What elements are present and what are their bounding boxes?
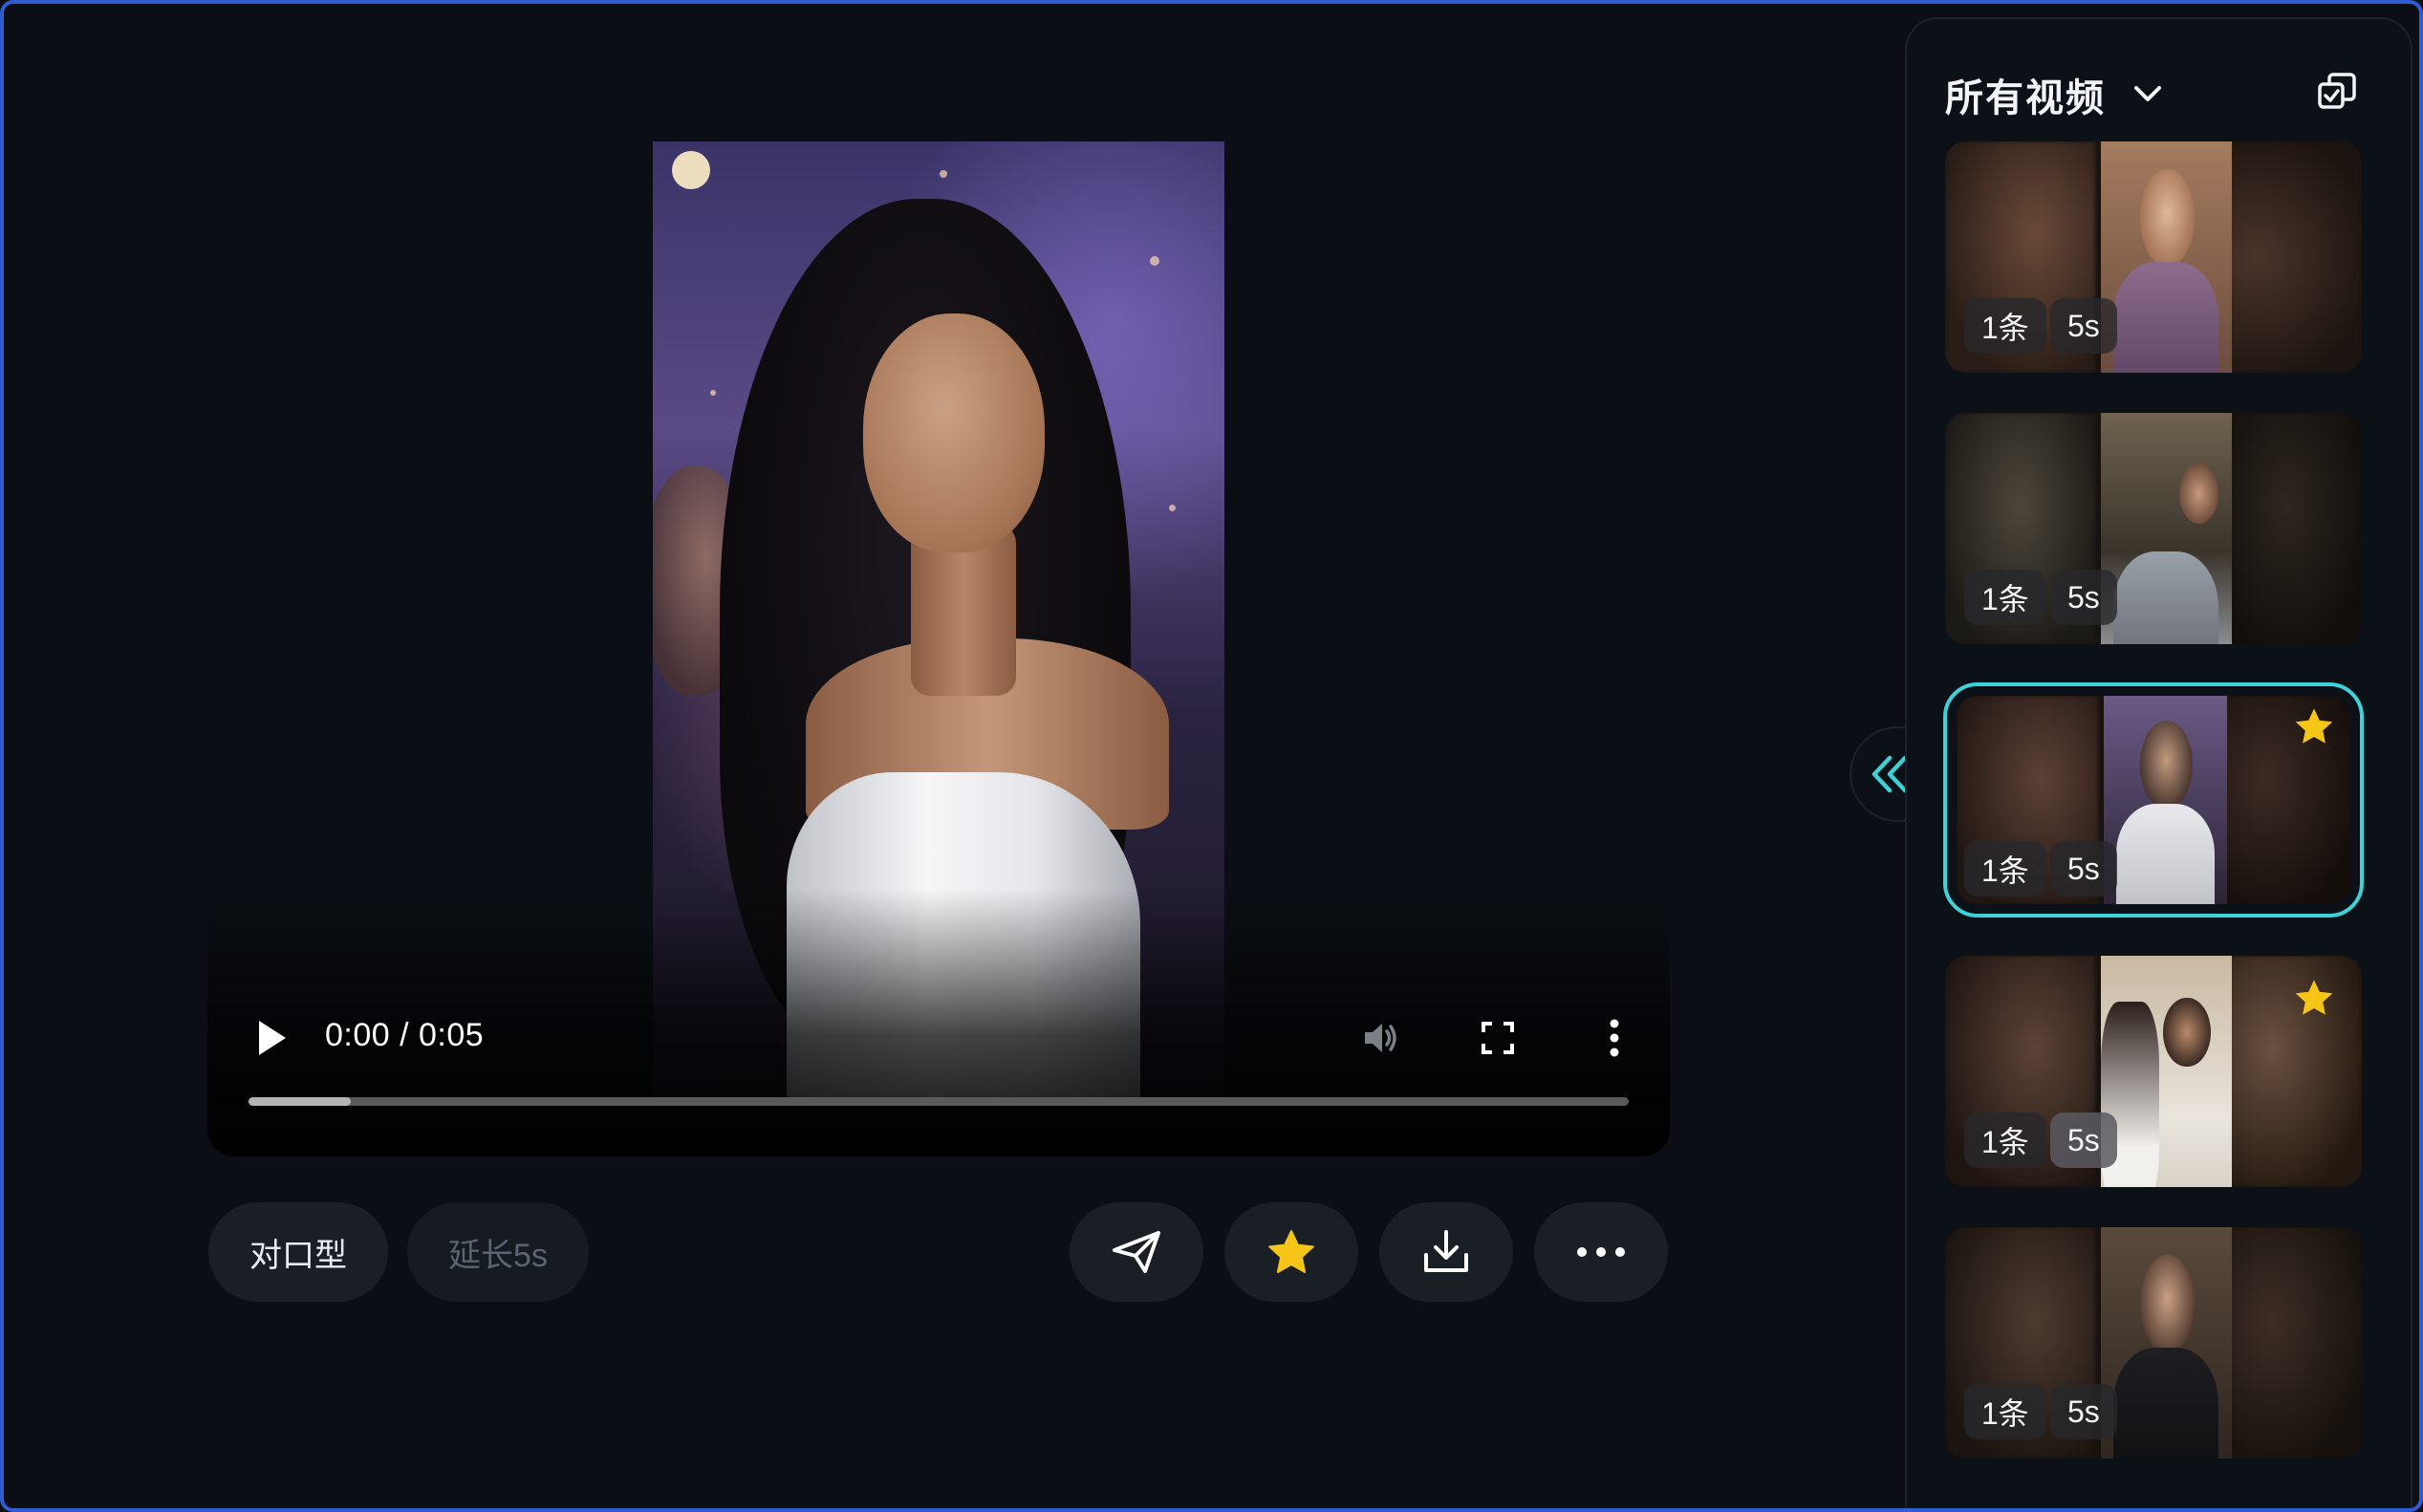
duration-badge: 5s: [2050, 298, 2117, 354]
more-actions-button[interactable]: [1534, 1202, 1668, 1302]
send-icon: [1113, 1231, 1160, 1273]
subject-face: [863, 313, 1045, 552]
filter-dropdown[interactable]: [2129, 75, 2167, 113]
more-options-button[interactable]: [1588, 1011, 1641, 1065]
duration-badge: 5s: [2050, 841, 2117, 896]
download-icon: [1424, 1230, 1468, 1272]
app-window: 0:00 / 0:05 对口型 延长5s 所有视频 1条 5s 1条 5s 1条…: [0, 0, 2423, 1512]
play-icon: [259, 1021, 286, 1055]
fullscreen-button[interactable]: [1471, 1011, 1525, 1065]
count-badge: 1条: [1964, 1384, 2046, 1439]
share-button[interactable]: [1070, 1202, 1203, 1302]
copy-icon: [2318, 73, 2356, 109]
count-badge: 1条: [1964, 298, 2046, 354]
duration-badge: 5s: [2050, 570, 2117, 625]
panel-title: 所有视频: [1945, 77, 2106, 119]
volume-button[interactable]: [1354, 1011, 1408, 1065]
video-thumbnail[interactable]: 1条 5s: [1945, 413, 2362, 644]
count-badge: 1条: [1964, 570, 2046, 625]
count-badge: 1条: [1964, 841, 2046, 896]
play-button[interactable]: [253, 1015, 292, 1061]
extend-button[interactable]: 延长5s: [407, 1202, 589, 1302]
download-button[interactable]: [1379, 1202, 1513, 1302]
volume-icon: [1365, 1024, 1396, 1052]
count-badge: 1条: [1964, 1112, 2046, 1168]
video-player[interactable]: 0:00 / 0:05: [207, 138, 1670, 1156]
star-icon: [2295, 980, 2333, 1015]
multi-select-button[interactable]: [2314, 69, 2360, 115]
duration-badge: 5s: [2050, 1384, 2117, 1439]
duration-badge: 5s: [2050, 1112, 2117, 1168]
video-thumbnail-selected[interactable]: 1条 5s: [1943, 682, 2364, 918]
lip-sync-button[interactable]: 对口型: [208, 1202, 388, 1302]
video-thumbnail[interactable]: 1条 5s: [1945, 956, 2362, 1187]
chevron-down-icon: [2134, 86, 2161, 101]
more-horizontal-icon: [1577, 1247, 1625, 1257]
more-vertical-icon: [1610, 1019, 1619, 1057]
star-icon: [2295, 708, 2333, 744]
fullscreen-icon: [1482, 1022, 1514, 1054]
favorite-button[interactable]: [1224, 1202, 1358, 1302]
star-icon: [1268, 1230, 1314, 1273]
video-thumbnail[interactable]: 1条 5s: [1945, 141, 2362, 373]
video-thumbnail[interactable]: 1条 5s: [1945, 1227, 2362, 1458]
video-list-panel: 所有视频 1条 5s 1条 5s 1条 5s 1条 5s 1条 5s: [1905, 17, 2412, 1508]
time-display: 0:00 / 0:05: [325, 1017, 485, 1053]
progress-buffered: [249, 1097, 351, 1106]
progress-bar[interactable]: [249, 1097, 1629, 1106]
